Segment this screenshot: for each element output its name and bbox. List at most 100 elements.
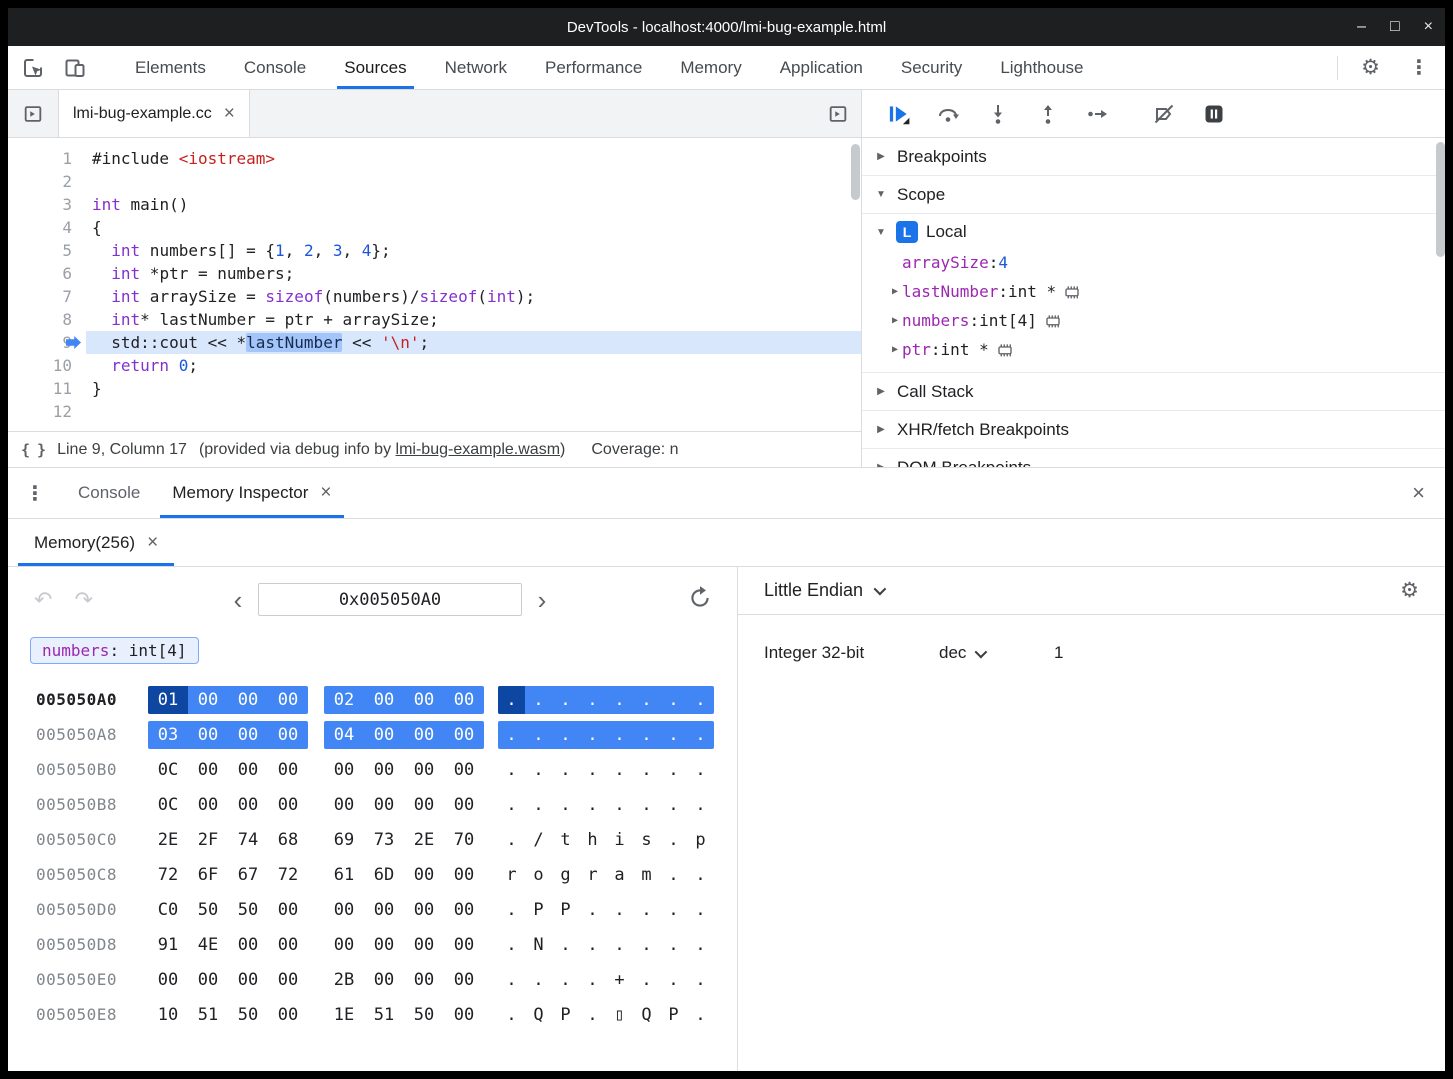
code-lines[interactable]: #include <iostream> int main(){ int numb… (86, 147, 861, 431)
memory-byte[interactable]: 00 (404, 686, 444, 714)
step-into-button[interactable] (984, 100, 1012, 128)
tab-performance[interactable]: Performance (526, 46, 661, 89)
ascii-char[interactable]: . (660, 826, 687, 854)
code-line[interactable]: } (86, 377, 861, 400)
tab-sources[interactable]: Sources (325, 46, 425, 89)
memory-byte[interactable]: 67 (228, 861, 268, 889)
ascii-char[interactable]: . (552, 756, 579, 784)
window-close-button[interactable]: × (1424, 18, 1433, 36)
ascii-char[interactable]: . (633, 686, 660, 714)
memory-byte[interactable]: 00 (364, 756, 404, 784)
triangle-right-icon[interactable]: ▶ (888, 286, 902, 297)
memory-byte[interactable]: 00 (188, 756, 228, 784)
ascii-char[interactable]: . (552, 966, 579, 994)
step-over-button[interactable] (934, 100, 962, 128)
memory-byte[interactable]: 00 (444, 791, 484, 819)
ascii-char[interactable]: . (660, 896, 687, 924)
ascii-char[interactable]: P (525, 896, 552, 924)
ascii-char[interactable]: . (525, 756, 552, 784)
memory-byte[interactable]: 10 (148, 1001, 188, 1029)
step-button[interactable] (1084, 100, 1112, 128)
memory-byte[interactable]: 00 (444, 1001, 484, 1029)
memory-byte[interactable]: 00 (188, 686, 228, 714)
ascii-char[interactable]: Q (633, 1001, 660, 1029)
sidebar-scrollbar[interactable] (1436, 90, 1445, 467)
inspect-element-button[interactable] (16, 52, 50, 84)
ascii-char[interactable]: P (552, 1001, 579, 1029)
memory-buffer-tab[interactable]: Memory(256) × (18, 519, 174, 566)
ascii-char[interactable]: N (525, 931, 552, 959)
memory-byte[interactable]: 50 (188, 896, 228, 924)
ascii-char[interactable]: . (525, 966, 552, 994)
reveal-in-memory-inspector-icon[interactable] (996, 341, 1014, 359)
reveal-in-memory-inspector-icon[interactable] (1063, 283, 1081, 301)
memory-inspector-tab-close-icon[interactable]: × (320, 482, 331, 504)
memory-byte[interactable]: 00 (268, 931, 308, 959)
ascii-char[interactable]: . (687, 931, 714, 959)
memory-byte[interactable]: 00 (404, 756, 444, 784)
section-xhr-breakpoints[interactable]: ▶ XHR/fetch Breakpoints (862, 411, 1445, 449)
section-breakpoints[interactable]: ▶ Breakpoints (862, 138, 1445, 176)
memory-byte[interactable]: 00 (404, 966, 444, 994)
memory-byte[interactable]: 00 (444, 896, 484, 924)
gutter[interactable]: 123456789101112 (8, 147, 86, 431)
memory-byte[interactable]: 70 (444, 826, 484, 854)
ascii-char[interactable]: . (525, 791, 552, 819)
ascii-char[interactable]: s (633, 826, 660, 854)
ascii-char[interactable]: P (552, 896, 579, 924)
memory-byte[interactable]: 72 (268, 861, 308, 889)
memory-byte[interactable]: 00 (404, 861, 444, 889)
history-back-button[interactable]: ↶ (34, 588, 52, 613)
memory-byte[interactable]: 00 (444, 861, 484, 889)
code-line[interactable]: int *ptr = numbers; (86, 262, 861, 285)
line-number[interactable]: 8 (8, 308, 72, 331)
ascii-char[interactable]: . (687, 721, 714, 749)
line-number[interactable]: 11 (8, 377, 72, 400)
ascii-char[interactable]: . (498, 826, 525, 854)
memory-byte[interactable]: 00 (188, 966, 228, 994)
code-line[interactable] (86, 170, 861, 193)
ascii-char[interactable]: o (525, 861, 552, 889)
step-out-button[interactable] (1034, 100, 1062, 128)
ascii-char[interactable]: . (660, 721, 687, 749)
ascii-char[interactable]: . (498, 756, 525, 784)
settings-gear-icon[interactable]: ⚙ (1348, 55, 1393, 80)
code-editor[interactable]: 123456789101112 #include <iostream> int … (8, 138, 861, 431)
ascii-char[interactable]: . (498, 931, 525, 959)
line-number[interactable]: 6 (8, 262, 72, 285)
tab-network[interactable]: Network (426, 46, 526, 89)
ascii-char[interactable]: . (633, 721, 660, 749)
line-number[interactable]: 12 (8, 400, 72, 423)
ascii-char[interactable]: . (579, 931, 606, 959)
tab-memory[interactable]: Memory (661, 46, 760, 89)
memory-byte[interactable]: 50 (228, 1001, 268, 1029)
deactivate-breakpoints-button[interactable] (1150, 100, 1178, 128)
memory-byte[interactable]: 50 (228, 896, 268, 924)
memory-byte[interactable]: 00 (188, 791, 228, 819)
selected-memory-byte[interactable]: 01 (148, 686, 188, 714)
ascii-char[interactable]: . (687, 966, 714, 994)
memory-byte[interactable]: 00 (228, 966, 268, 994)
memory-byte[interactable]: 00 (324, 931, 364, 959)
tab-elements[interactable]: Elements (116, 46, 225, 89)
drawer-tab-memory-inspector[interactable]: Memory Inspector × (156, 468, 347, 518)
ascii-char[interactable]: . (498, 1001, 525, 1029)
triangle-right-icon[interactable]: ▶ (888, 315, 902, 326)
ascii-char[interactable]: i (606, 826, 633, 854)
value-settings-gear-icon[interactable]: ⚙ (1400, 578, 1419, 603)
memory-byte[interactable]: 00 (324, 791, 364, 819)
ascii-char[interactable]: . (687, 1001, 714, 1029)
history-forward-button[interactable]: ↷ (74, 588, 92, 613)
ascii-char[interactable]: . (552, 686, 579, 714)
memory-byte[interactable]: 6D (364, 861, 404, 889)
ascii-char[interactable]: t (552, 826, 579, 854)
ascii-char[interactable]: . (579, 721, 606, 749)
memory-byte[interactable]: 68 (268, 826, 308, 854)
file-tab-close-icon[interactable]: × (224, 103, 235, 125)
memory-byte[interactable]: 0C (148, 756, 188, 784)
minimize-button[interactable]: – (1357, 18, 1366, 36)
drawer-tab-console[interactable]: Console (62, 468, 156, 518)
ascii-char[interactable]: . (687, 791, 714, 819)
editor-scrollbar[interactable] (851, 144, 860, 425)
code-line[interactable]: int* lastNumber = ptr + arraySize; (86, 308, 861, 331)
